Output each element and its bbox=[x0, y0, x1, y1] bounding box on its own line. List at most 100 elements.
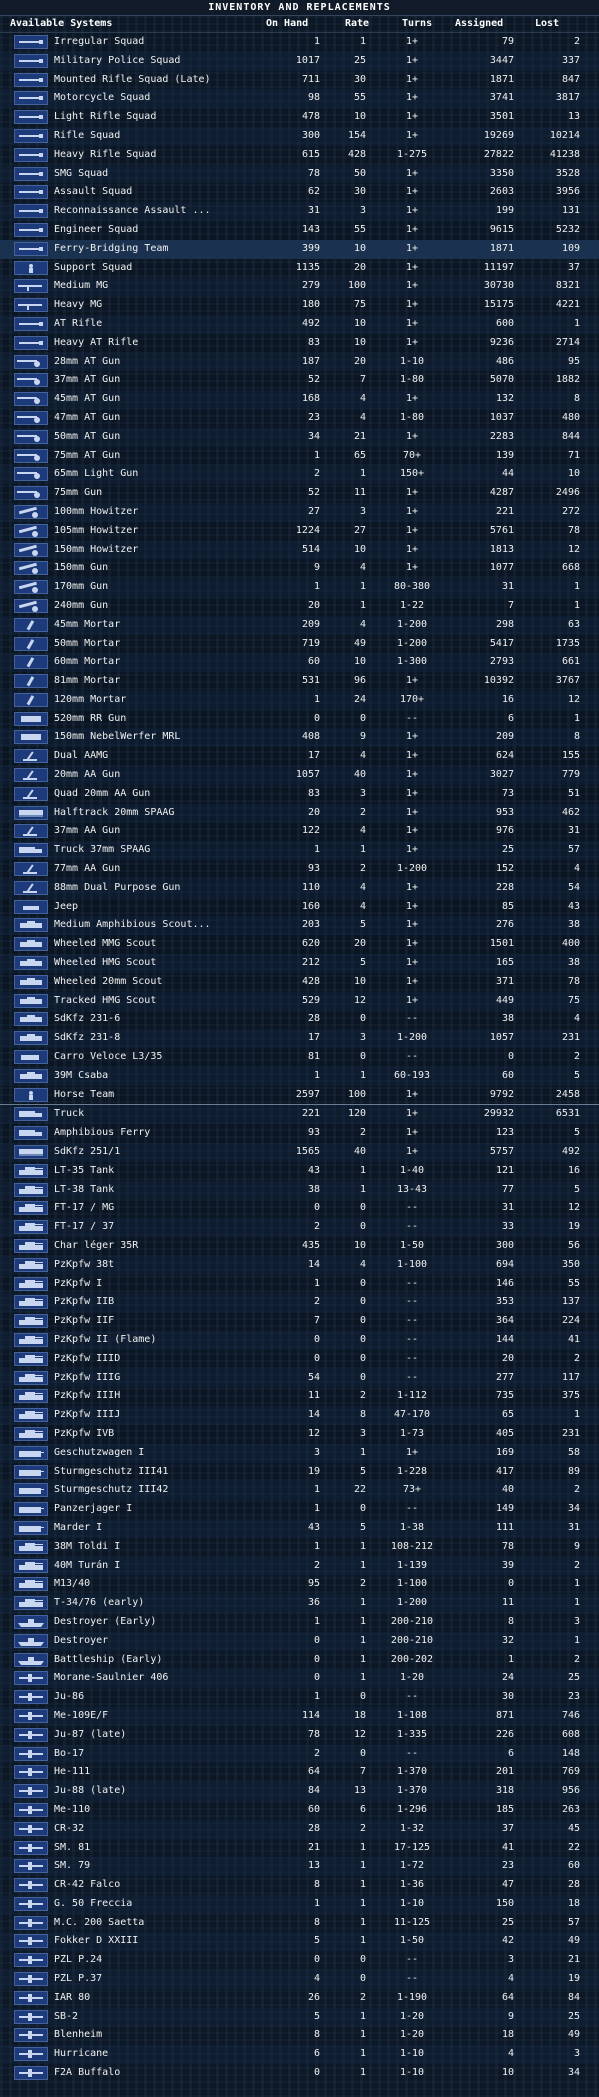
table-row[interactable]: Motorcycle Squad 98 55 1+ 3741 3817 bbox=[0, 89, 599, 109]
table-row[interactable]: 47mm AT Gun 23 4 1-80 1037 480 bbox=[0, 409, 599, 428]
table-row[interactable]: FT-17 / MG 0 0 -- 31 12 bbox=[0, 1199, 599, 1218]
table-row[interactable]: 60mm Mortar 60 10 1-300 2793 661 bbox=[0, 653, 599, 673]
table-row[interactable]: LT-38 Tank 38 1 13-43 77 5 bbox=[0, 1180, 599, 1200]
table-row[interactable]: Panzerjager I 1 0 -- 149 34 bbox=[0, 1500, 599, 1519]
table-row[interactable]: PzKpfw IIB 2 0 -- 353 137 bbox=[0, 1293, 599, 1313]
column-header-onhand[interactable]: On Hand bbox=[266, 16, 308, 32]
table-row[interactable]: LT-35 Tank 43 1 1-40 121 16 bbox=[0, 1162, 599, 1181]
table-row[interactable]: 520mm RR Gun 0 0 -- 6 1 bbox=[0, 710, 599, 729]
column-header-turns[interactable]: Turns bbox=[402, 16, 432, 32]
table-row[interactable]: M.C. 200 Saetta 8 1 11-125 25 57 bbox=[0, 1914, 599, 1933]
table-row[interactable]: Wheeled 20mm Scout 428 10 1+ 371 78 bbox=[0, 973, 599, 992]
table-row[interactable]: PzKpfw I 1 0 -- 146 55 bbox=[0, 1275, 599, 1294]
table-row[interactable]: Mounted Rifle Squad (Late) 711 30 1+ 1871 847 bbox=[0, 71, 599, 90]
table-row[interactable]: Medium Amphibious Scout... 203 5 1+ 276 38 bbox=[0, 916, 599, 936]
table-row[interactable]: 28mm AT Gun 187 20 1-10 486 95 bbox=[0, 352, 599, 372]
table-row[interactable]: CR-42 Falco 8 1 1-36 47 28 bbox=[0, 1876, 599, 1895]
table-row[interactable]: 37mm AA Gun 122 4 1+ 976 31 bbox=[0, 822, 599, 841]
table-row[interactable]: 75mm Gun 52 11 1+ 4287 2496 bbox=[0, 484, 599, 503]
table-row[interactable]: SdKfz 231-8 17 3 1-200 1057 231 bbox=[0, 1029, 599, 1049]
table-row[interactable]: 77mm AA Gun 93 2 1-200 152 4 bbox=[0, 860, 599, 879]
table-row[interactable]: 38M Toldi I 1 1 108-212 78 9 bbox=[0, 1538, 599, 1557]
table-row[interactable]: 40M Turán I 2 1 1-139 39 2 bbox=[0, 1556, 599, 1576]
table-row[interactable]: 50mm Mortar 719 49 1-200 5417 1735 bbox=[0, 635, 599, 654]
table-row[interactable]: 20mm AA Gun 1057 40 1+ 3027 779 bbox=[0, 766, 599, 785]
table-row[interactable]: Hurricane 6 1 1-10 4 3 bbox=[0, 2045, 599, 2065]
table-row[interactable]: 170mm Gun 1 1 80-380 31 1 bbox=[0, 578, 599, 597]
table-row[interactable]: PzKpfw IIID 0 0 -- 20 2 bbox=[0, 1350, 599, 1369]
column-header-systems[interactable]: Available Systems bbox=[10, 16, 112, 32]
table-row[interactable]: 81mm Mortar 531 96 1+ 10392 3767 bbox=[0, 672, 599, 691]
table-row[interactable]: 45mm Mortar 209 4 1-200 298 63 bbox=[0, 615, 599, 635]
table-row[interactable]: SMG Squad 78 50 1+ 3350 3528 bbox=[0, 164, 599, 184]
table-row[interactable]: Heavy AT Rifle 83 10 1+ 9236 2714 bbox=[0, 334, 599, 353]
table-row[interactable]: Ju-86 1 0 -- 30 23 bbox=[0, 1688, 599, 1707]
table-row[interactable]: M13/40 95 2 1-100 0 1 bbox=[0, 1575, 599, 1594]
table-row[interactable]: SM. 81 21 1 17-125 41 22 bbox=[0, 1839, 599, 1858]
table-row[interactable]: Truck 37mm SPAAG 1 1 1+ 25 57 bbox=[0, 841, 599, 861]
table-row[interactable]: G. 50 Freccia 1 1 1-10 150 18 bbox=[0, 1894, 599, 1914]
table-row[interactable]: Assault Squad 62 30 1+ 2603 3956 bbox=[0, 183, 599, 202]
table-row[interactable]: Geschutzwagen I 3 1 1+ 169 58 bbox=[0, 1443, 599, 1463]
table-row[interactable]: Morane-Saulnier 406 0 1 1-20 24 25 bbox=[0, 1669, 599, 1689]
table-row[interactable]: 240mm Gun 20 1 1-22 7 1 bbox=[0, 597, 599, 616]
table-row[interactable]: 150mm Gun 9 4 1+ 1077 668 bbox=[0, 559, 599, 578]
table-row[interactable]: Wheeled HMG Scout 212 5 1+ 165 38 bbox=[0, 954, 599, 973]
table-row[interactable]: Fokker D XXIII 5 1 1-50 42 49 bbox=[0, 1932, 599, 1952]
table-row[interactable]: Engineer Squad 143 55 1+ 9615 5232 bbox=[0, 221, 599, 240]
table-row[interactable]: SdKfz 231-6 28 0 -- 38 4 bbox=[0, 1010, 599, 1029]
table-row[interactable]: Halftrack 20mm SPAAG 20 2 1+ 953 462 bbox=[0, 803, 599, 823]
table-row[interactable]: Sturmgeschutz III42 1 22 73+ 40 2 bbox=[0, 1481, 599, 1501]
table-row[interactable]: Medium MG 279 100 1+ 30730 8321 bbox=[0, 277, 599, 297]
table-row[interactable]: CR-32 28 2 1-32 37 45 bbox=[0, 1819, 599, 1839]
table-row[interactable]: 37mm AT Gun 52 7 1-80 5070 1882 bbox=[0, 371, 599, 390]
table-row[interactable]: 120mm Mortar 1 24 170+ 16 12 bbox=[0, 690, 599, 710]
table-row[interactable]: Light Rifle Squad 478 10 1+ 3501 13 bbox=[0, 108, 599, 127]
table-row[interactable]: 65mm Light Gun 2 1 150+ 44 10 bbox=[0, 465, 599, 485]
table-row[interactable]: Marder I 43 5 1-38 111 31 bbox=[0, 1518, 599, 1538]
table-row[interactable]: Reconnaissance Assault ... 31 3 1+ 199 131 bbox=[0, 202, 599, 221]
column-header-assigned[interactable]: Assigned bbox=[455, 16, 503, 32]
table-row[interactable]: PZL P.24 0 0 -- 3 21 bbox=[0, 1951, 599, 1970]
table-row[interactable]: He-111 64 7 1-370 201 769 bbox=[0, 1763, 599, 1782]
table-row[interactable]: 105mm Howitzer 1224 27 1+ 5761 78 bbox=[0, 522, 599, 541]
table-row[interactable]: Sturmgeschutz III41 19 5 1-228 417 89 bbox=[0, 1463, 599, 1482]
table-row[interactable]: Jeep 160 4 1+ 85 43 bbox=[0, 898, 599, 917]
table-row[interactable]: Bo-17 2 0 -- 6 148 bbox=[0, 1744, 599, 1764]
table-row[interactable]: Quad 20mm AA Gun 83 3 1+ 73 51 bbox=[0, 785, 599, 804]
table-row[interactable]: Dual AAMG 17 4 1+ 624 155 bbox=[0, 747, 599, 766]
table-row[interactable]: SM. 79 13 1 1-72 23 60 bbox=[0, 1857, 599, 1877]
table-row[interactable]: Ju-88 (late) 84 13 1-370 318 956 bbox=[0, 1782, 599, 1801]
table-row[interactable]: Support Squad 1135 20 1+ 11197 37 bbox=[0, 259, 599, 278]
table-row[interactable]: Military Police Squad 1017 25 1+ 3447 337 bbox=[0, 51, 599, 71]
table-row[interactable]: Truck 221 120 1+ 29932 6531 bbox=[0, 1104, 599, 1125]
column-header-rate[interactable]: Rate bbox=[345, 16, 369, 32]
table-row[interactable]: Char léger 35R 435 10 1-50 300 56 bbox=[0, 1237, 599, 1256]
table-row[interactable]: PzKpfw 38t 14 4 1-100 694 350 bbox=[0, 1255, 599, 1275]
table-row[interactable]: PzKpfw IIIH 11 2 1-112 735 375 bbox=[0, 1387, 599, 1406]
table-row[interactable]: Carro Veloce L3/35 81 0 -- 0 2 bbox=[0, 1048, 599, 1067]
table-row[interactable]: Heavy Rifle Squad 615 428 1-275 27822 41238 bbox=[0, 146, 599, 165]
table-row[interactable]: Rifle Squad 300 154 1+ 19269 10214 bbox=[0, 126, 599, 146]
table-row[interactable]: Ferry-Bridging Team 399 10 1+ 1871 109 bbox=[0, 239, 599, 259]
table-row[interactable]: PzKpfw II (Flame) 0 0 -- 144 41 bbox=[0, 1330, 599, 1350]
table-row[interactable]: PZL P.37 4 0 -- 4 19 bbox=[0, 1970, 599, 1989]
table-row[interactable]: Destroyer 0 1 200-210 32 1 bbox=[0, 1631, 599, 1651]
table-row[interactable]: 45mm AT Gun 168 4 1+ 132 8 bbox=[0, 390, 599, 409]
table-row[interactable]: PzKpfw IVB 12 3 1-73 405 231 bbox=[0, 1425, 599, 1444]
table-row[interactable]: 88mm Dual Purpose Gun 110 4 1+ 228 54 bbox=[0, 878, 599, 898]
table-row[interactable]: 50mm AT Gun 34 21 1+ 2283 844 bbox=[0, 427, 599, 447]
table-row[interactable]: PzKpfw IIF 7 0 -- 364 224 bbox=[0, 1312, 599, 1331]
table-row[interactable]: F2A Buffalo 0 1 1-10 10 34 bbox=[0, 2064, 599, 2083]
table-row[interactable]: Blenheim 8 1 1-20 18 49 bbox=[0, 2026, 599, 2045]
table-row[interactable]: PzKpfw IIIJ 14 8 47-170 65 1 bbox=[0, 1406, 599, 1425]
table-row[interactable]: Wheeled MMG Scout 620 20 1+ 1501 400 bbox=[0, 935, 599, 954]
table-row[interactable]: Horse Team 2597 100 1+ 9792 2458 bbox=[0, 1086, 599, 1105]
table-row[interactable]: Battleship (Early) 0 1 200-202 1 2 bbox=[0, 1651, 599, 1670]
table-row[interactable]: PzKpfw IIIG 54 0 -- 277 117 bbox=[0, 1368, 599, 1388]
table-row[interactable]: 100mm Howitzer 27 3 1+ 221 272 bbox=[0, 502, 599, 522]
table-row[interactable]: 39M Csaba 1 1 60-193 60 5 bbox=[0, 1066, 599, 1086]
table-row[interactable]: 150mm NebelWerfer MRL 408 9 1+ 209 8 bbox=[0, 728, 599, 748]
table-row[interactable]: Me-110 60 6 1-296 185 263 bbox=[0, 1801, 599, 1820]
table-row[interactable]: Amphibious Ferry 93 2 1+ 123 5 bbox=[0, 1124, 599, 1143]
